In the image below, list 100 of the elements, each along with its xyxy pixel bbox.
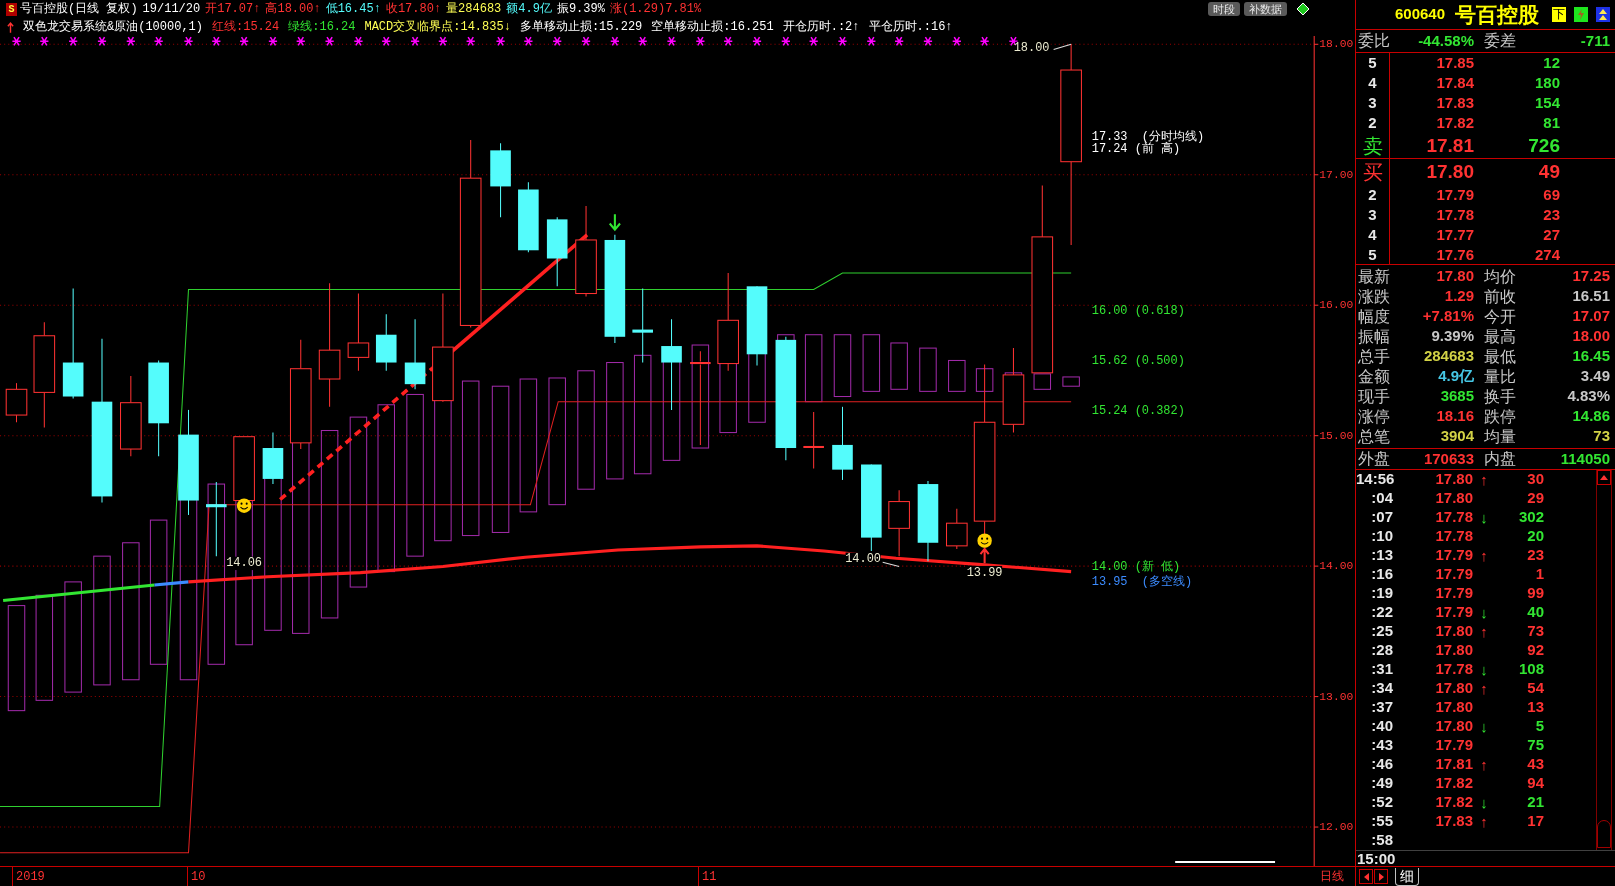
leader-line: [882, 561, 900, 567]
stat-value: 4.83%: [1566, 386, 1610, 407]
scroll-indicator[interactable]: [1175, 861, 1276, 864]
stat-label: 总手: [1358, 347, 1391, 366]
tick-volume: 75: [1526, 735, 1544, 756]
tick-time: :43: [1370, 735, 1393, 756]
indicator-value: 平仓历时.:16↑: [868, 20, 953, 34]
stat-label: 今开: [1484, 307, 1517, 326]
stat-label: 前收: [1484, 287, 1517, 306]
stat-label: 振幅: [1358, 327, 1391, 346]
stat-label: 最新: [1358, 267, 1391, 286]
lightning-icon[interactable]: [1574, 7, 1588, 22]
asterisk-icon: [723, 36, 734, 47]
date-label: 2019: [16, 870, 45, 884]
asterisk-icon: [324, 36, 335, 47]
stat-label: 幅度: [1358, 307, 1391, 326]
quote-value: 高18.00↑: [265, 2, 321, 16]
asterisk-icon: [637, 36, 648, 47]
tick-price: 17.80: [1434, 488, 1473, 509]
tick-time: :04: [1370, 488, 1393, 509]
fill-data-button[interactable]: 补数据: [1244, 2, 1287, 16]
stat-value: 14.86: [1571, 406, 1610, 427]
order-volume: 154: [1533, 92, 1560, 113]
tick-time: :34: [1370, 678, 1393, 699]
level-label: 15.62 (0.500): [1091, 354, 1185, 368]
panel-button[interactable]: 下: [1552, 7, 1566, 22]
stat-value: 9.39%: [1430, 326, 1474, 347]
tick-time: :16: [1370, 564, 1393, 585]
price-label: 18.00: [1013, 41, 1050, 56]
tick-arrow: ↑: [1480, 623, 1488, 640]
asterisk-icon: [438, 36, 448, 47]
indicator-title: 双色龙交易系统&原油(10000,1): [23, 20, 203, 34]
level-label: 卖: [1356, 133, 1390, 159]
stat-value: 170633: [1422, 448, 1474, 469]
stat-value: 3904: [1439, 426, 1474, 447]
price-label: 14.06: [226, 556, 263, 571]
scroll-left-button[interactable]: [1359, 869, 1373, 884]
level-label: 5: [1356, 53, 1390, 73]
tick-arrow: ↓: [1480, 794, 1488, 811]
date-label: 10: [191, 870, 206, 884]
tick-price: 17.79: [1434, 564, 1473, 585]
candlestick: [888, 489, 910, 557]
arrow-up-icon: [7, 21, 14, 33]
axis-label: 17.00: [1319, 168, 1354, 181]
scrollbar[interactable]: [1596, 470, 1612, 850]
scroll-up-button[interactable]: [1597, 470, 1611, 485]
stat-label: 内盘: [1484, 450, 1517, 468]
period-button[interactable]: 时段: [1208, 2, 1240, 16]
leader-line: [1053, 43, 1072, 50]
axis-label: 13.00: [1319, 690, 1354, 703]
tick-price: 17.80: [1434, 469, 1473, 490]
stat-label: 量比: [1484, 367, 1517, 386]
tick-time: :07: [1370, 507, 1393, 528]
tick-arrow: ↑: [1480, 680, 1488, 697]
tick-price: 17.79: [1434, 545, 1473, 566]
tick-arrow: ↓: [1480, 661, 1488, 678]
quote-value: 量284683: [446, 2, 502, 16]
axis-label: 12.00: [1319, 821, 1354, 834]
triangle-up-icon: [1600, 475, 1608, 480]
price-label: 13.99: [966, 565, 1003, 580]
stat-label: 换手: [1484, 387, 1517, 406]
tick-volume: 1: [1534, 564, 1544, 585]
candlestick: [375, 313, 397, 372]
level-label: 5: [1356, 245, 1390, 265]
candlestick: [803, 411, 824, 470]
candlestick: [5, 382, 28, 423]
stat-value: 1.29: [1443, 286, 1474, 307]
order-price: 17.82: [1435, 112, 1474, 133]
tick-volume: 54: [1526, 678, 1544, 699]
stat-label: 最低: [1484, 347, 1517, 366]
tick-time: :13: [1370, 545, 1393, 566]
order-volume: 81: [1542, 112, 1560, 133]
indicator-value: MACD交叉临界点:14.835↓: [364, 20, 511, 34]
diamond-icon[interactable]: [1297, 3, 1309, 15]
indicator-value: 开仓历时.:2↑: [782, 20, 860, 34]
tick-price: 17.80: [1434, 697, 1473, 718]
caret-right-icon: [1378, 872, 1384, 881]
asterisk-icon: [780, 36, 791, 47]
detail-tab[interactable]: 细: [1395, 867, 1419, 886]
asterisk-icon: [552, 36, 563, 47]
stat-value: +7.81%: [1421, 306, 1474, 327]
indicator-bar: [948, 359, 966, 392]
stat-value: 18.00: [1571, 326, 1610, 347]
tick-arrow: ↑: [1480, 547, 1488, 564]
stacked-triangles-icon[interactable]: [1596, 7, 1610, 22]
tick-price: 17.82: [1434, 773, 1473, 794]
period-label: 日线: [1320, 870, 1344, 884]
scroll-right-button[interactable]: [1374, 869, 1388, 884]
tick-price: 17.80: [1434, 621, 1473, 642]
asterisk-icon: [465, 36, 476, 47]
indicator-bar: [975, 368, 994, 392]
stat-label: 跌停: [1484, 407, 1517, 426]
tick-arrow: ↓: [1480, 509, 1488, 526]
level-label: 买: [1356, 159, 1390, 185]
tick-price: 17.81: [1434, 754, 1473, 775]
smiley-icon: [977, 533, 992, 548]
asterisk-icon: [610, 36, 620, 47]
stock-title: 号百控股(日线 复权): [20, 2, 138, 16]
stock-code: 600640: [1395, 4, 1446, 25]
arrow-down-icon: [608, 213, 622, 232]
